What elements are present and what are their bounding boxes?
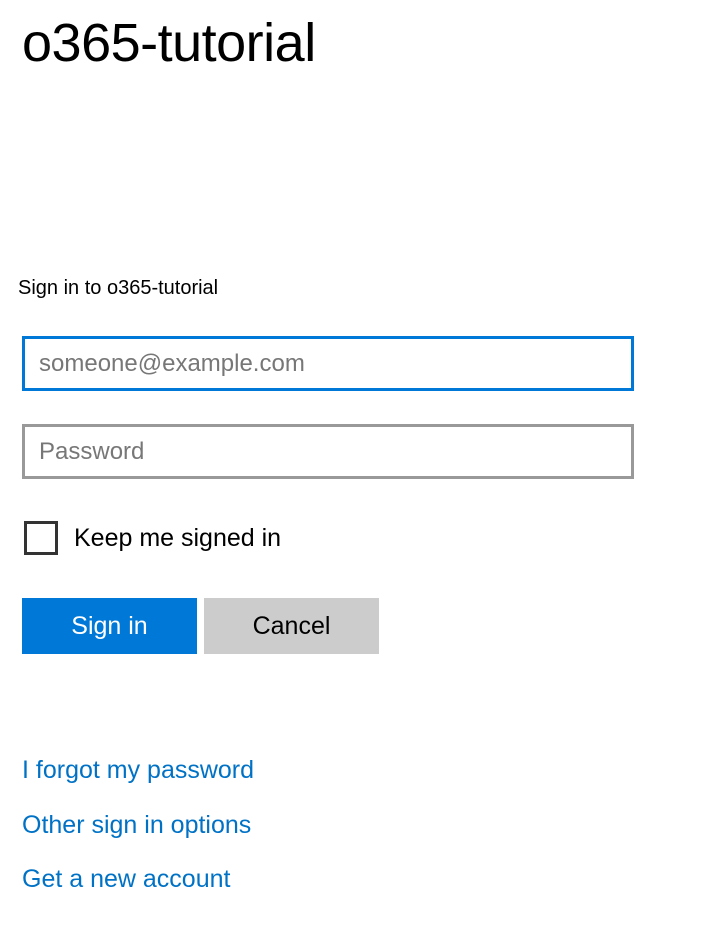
keep-signed-in-checkbox[interactable] xyxy=(24,521,58,555)
sign-in-prompt: Sign in to o365-tutorial xyxy=(18,277,219,299)
sign-in-button[interactable]: Sign in xyxy=(22,598,197,654)
keep-signed-in-label[interactable]: Keep me signed in xyxy=(74,521,281,555)
get-new-account-link[interactable]: Get a new account xyxy=(22,862,230,896)
cancel-button[interactable]: Cancel xyxy=(204,598,379,654)
keep-signed-in-row[interactable]: Keep me signed in xyxy=(24,521,281,555)
page-title: o365-tutorial xyxy=(22,13,316,73)
password-field[interactable] xyxy=(22,424,634,479)
email-field[interactable] xyxy=(22,336,634,391)
other-sign-in-options-link[interactable]: Other sign in options xyxy=(22,808,251,842)
forgot-password-link[interactable]: I forgot my password xyxy=(22,753,254,787)
